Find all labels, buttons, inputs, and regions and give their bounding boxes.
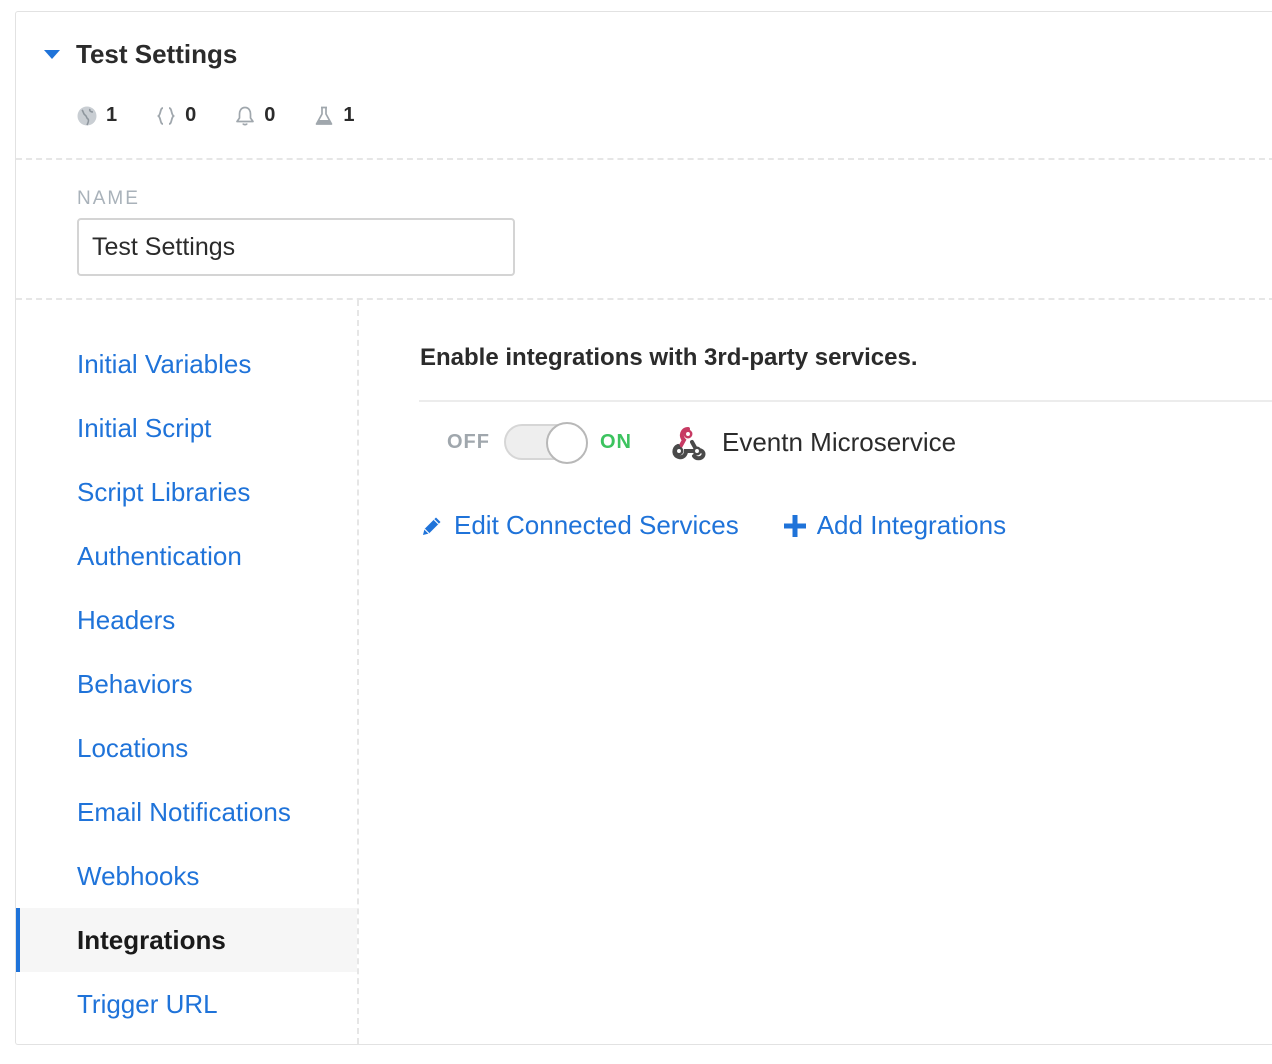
test-settings-panel: Test Settings 1 0 0 1 NAME Test Settings… — [15, 11, 1272, 1045]
sidebar-item-authentication[interactable]: Authentication — [16, 524, 357, 588]
sidebar-item-initial-script[interactable]: Initial Script — [16, 396, 357, 460]
edit-connected-services-label: Edit Connected Services — [454, 510, 739, 540]
stat-count: 1 — [106, 104, 118, 126]
sidebar-item-script-libraries[interactable]: Script Libraries — [16, 460, 357, 524]
sidebar-item-trigger-url[interactable]: Trigger URL — [16, 972, 357, 1036]
stat-tests: 1 — [313, 104, 355, 127]
sidebar-item-initial-variables[interactable]: Initial Variables — [16, 332, 357, 396]
toggle-off-label: OFF — [447, 430, 490, 453]
stat-count: 0 — [264, 104, 276, 126]
stat-count: 1 — [343, 104, 355, 126]
collapse-caret-icon[interactable] — [44, 50, 60, 59]
add-integrations-link[interactable]: Add Integrations — [783, 510, 1006, 541]
integration-row: OFF ON Eventn Microservice — [447, 418, 956, 466]
edit-connected-services-link[interactable]: Edit Connected Services — [420, 510, 739, 541]
name-label: NAME — [77, 188, 140, 209]
settings-header: Test Settings 1 0 0 1 — [16, 12, 1272, 160]
sidebar-item-behaviors[interactable]: Behaviors — [16, 652, 357, 716]
stat-notifications: 0 — [234, 104, 275, 127]
divider — [419, 400, 1272, 402]
integration-actions: Edit Connected Services Add Integrations — [420, 510, 1006, 541]
name-section: NAME — [16, 160, 1272, 300]
braces-icon — [157, 106, 176, 125]
plus-icon — [783, 514, 806, 537]
page-title: Test Settings — [76, 39, 238, 69]
bell-icon — [236, 106, 255, 125]
settings-sidebar: Initial Variables Initial Script Script … — [16, 300, 359, 1044]
sidebar-item-webhooks[interactable]: Webhooks — [16, 844, 357, 908]
webhook-icon — [672, 427, 706, 461]
toggle-knob — [546, 422, 588, 464]
stat-locations: 1 — [76, 104, 117, 127]
globe-icon — [77, 106, 97, 125]
add-integrations-label: Add Integrations — [816, 510, 1007, 540]
stats-bar: 1 0 0 1 — [76, 104, 355, 127]
name-input[interactable] — [77, 218, 515, 276]
integration-toggle[interactable] — [504, 422, 588, 464]
sidebar-item-email-notifications[interactable]: Email Notifications — [16, 780, 357, 844]
sidebar-item-integrations[interactable]: Integrations — [16, 908, 357, 972]
service-name: Eventn Microservice — [722, 426, 957, 457]
section-title: Enable integrations with 3rd-party servi… — [420, 344, 918, 371]
stat-count: 0 — [185, 104, 197, 126]
pencil-icon — [423, 517, 441, 535]
integrations-content: Enable integrations with 3rd-party servi… — [359, 300, 1272, 1044]
flask-icon — [316, 106, 333, 125]
stat-variables: 0 — [155, 104, 196, 127]
sidebar-item-headers[interactable]: Headers — [16, 588, 357, 652]
sidebar-item-locations[interactable]: Locations — [16, 716, 357, 780]
toggle-on-label: ON — [600, 430, 632, 453]
